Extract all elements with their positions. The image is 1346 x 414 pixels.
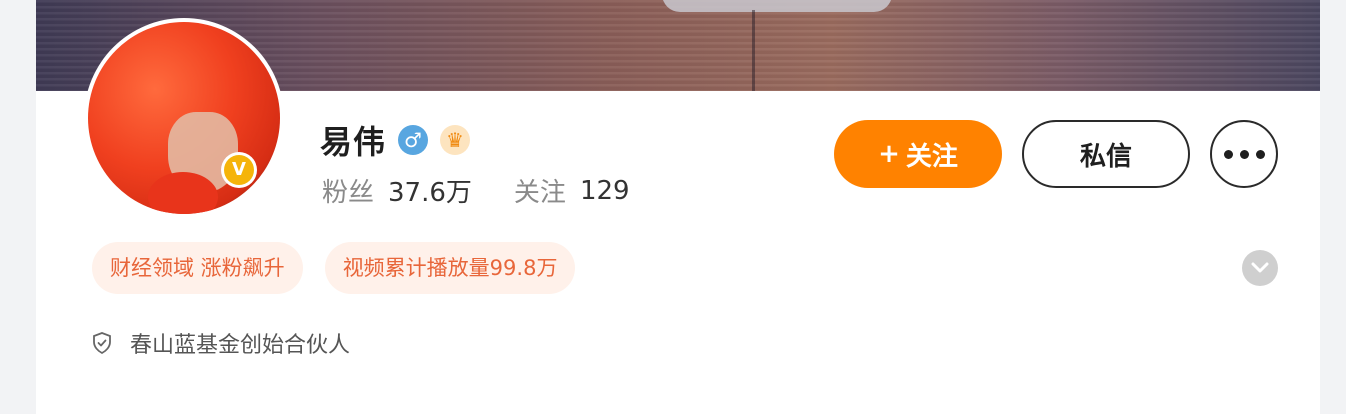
profile-tags: 财经领域 涨粉飙升 视频累计播放量99.8万 xyxy=(92,242,576,294)
following-count[interactable]: 129 xyxy=(580,176,630,206)
follow-button[interactable]: + 关注 xyxy=(834,120,1002,188)
male-gender-icon: ♂ xyxy=(398,125,429,155)
name-row: 易伟 ♂ ♛ xyxy=(320,118,471,162)
shield-icon xyxy=(93,332,111,354)
cover-boat xyxy=(662,0,892,12)
more-dot xyxy=(1255,149,1265,159)
fans-count[interactable]: 37.6万 xyxy=(388,172,472,209)
profile-card: V 易伟 ♂ ♛ 粉丝 37.6万 关注 129 + 关注 私信 财经领域 涨粉… xyxy=(36,0,1320,414)
avatar-frame[interactable] xyxy=(84,18,284,218)
message-button-label: 私信 xyxy=(1079,141,1132,172)
chevron-down-icon[interactable] xyxy=(1242,250,1278,286)
cover-mast-reflection xyxy=(752,10,755,91)
description-row: 春山蓝基金创始合伙人 xyxy=(92,326,350,360)
following-label[interactable]: 关注 xyxy=(514,172,566,209)
avatar[interactable] xyxy=(88,22,280,214)
avatar-balloon xyxy=(148,172,218,214)
chevron-down-glyph xyxy=(1251,262,1269,273)
profile-description: 春山蓝基金创始合伙人 xyxy=(130,333,351,358)
more-icon[interactable] xyxy=(1210,120,1278,188)
more-dot xyxy=(1239,149,1249,159)
message-button[interactable]: 私信 xyxy=(1022,120,1190,188)
tag-finance-rising[interactable]: 财经领域 涨粉飙升 xyxy=(92,242,303,294)
profile-stats: 粉丝 37.6万 关注 129 xyxy=(322,172,672,209)
fans-label[interactable]: 粉丝 xyxy=(322,172,374,209)
crown-icon[interactable]: ♛ xyxy=(440,125,471,155)
verified-badge-letter: V xyxy=(224,155,254,185)
plus-icon: + xyxy=(878,139,900,169)
tag-video-plays[interactable]: 视频累计播放量99.8万 xyxy=(324,242,576,294)
follow-button-label: 关注 xyxy=(905,141,958,172)
verified-icon: V xyxy=(221,152,257,188)
user-name: 易伟 xyxy=(320,123,387,161)
profile-page: V 易伟 ♂ ♛ 粉丝 37.6万 关注 129 + 关注 私信 财经领域 涨粉… xyxy=(0,0,1346,414)
more-dot xyxy=(1223,149,1233,159)
